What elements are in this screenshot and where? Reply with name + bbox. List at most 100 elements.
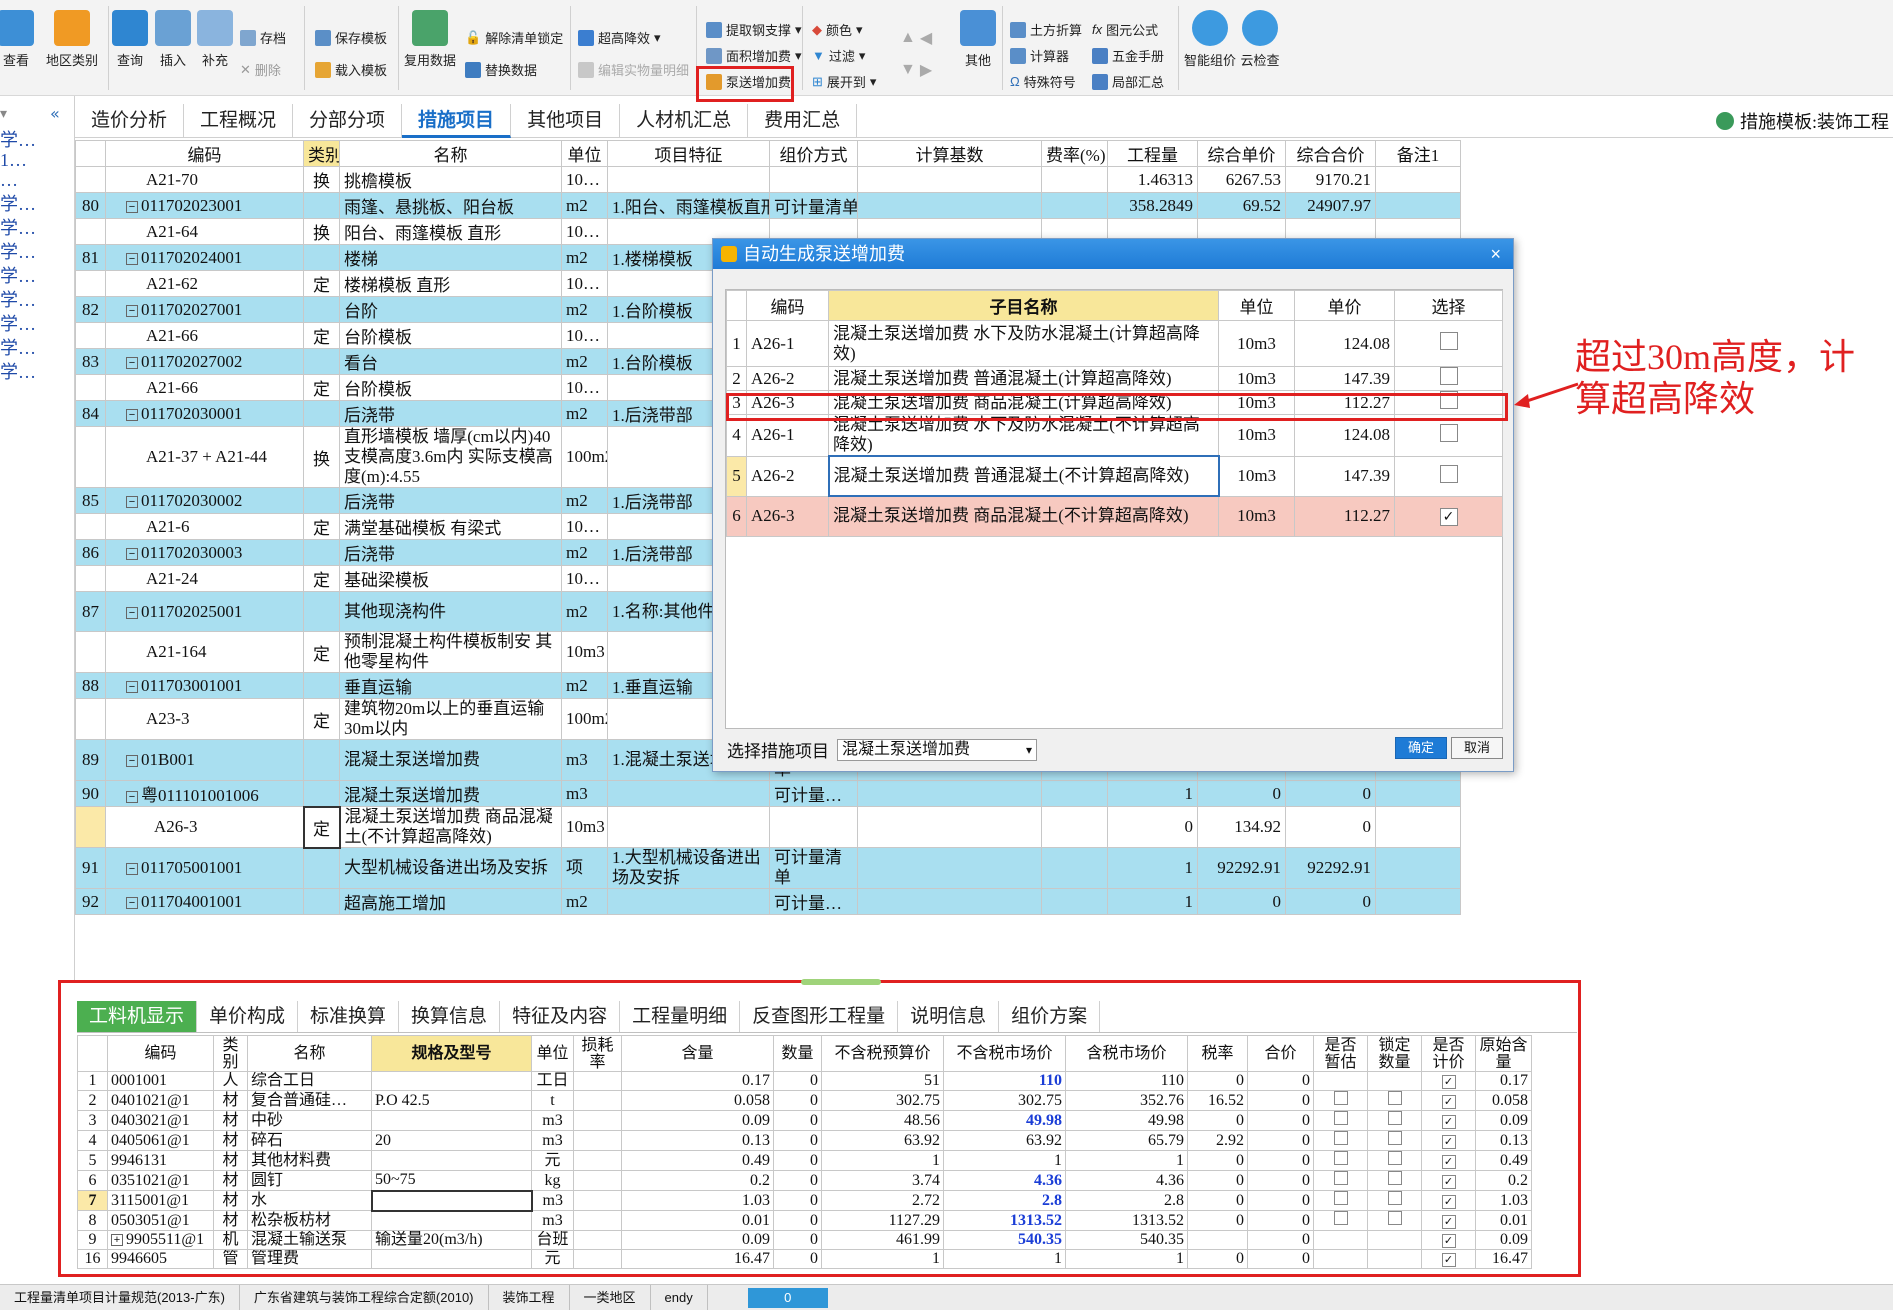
grid-row[interactable]: 92−011704001001 超高施工增加 m2 可计量… 1 0 0 (75, 888, 1461, 915)
grid-cell-type[interactable]: 定 (303, 698, 340, 740)
grid-cell-name[interactable]: 后浇带 (339, 487, 562, 514)
dialog-cell-price[interactable]: 147.39 (1294, 455, 1395, 497)
grid-cell-name[interactable]: 挑檐模板 (339, 166, 562, 193)
dialog-cell-name[interactable]: 混凝土泵送增加费 普通混凝土(计算超高降效) (828, 366, 1219, 391)
measure-template-indicator[interactable]: 措施模板:装饰工程 (1715, 108, 1889, 134)
grid-header-cell[interactable]: 费率(%) (1041, 140, 1108, 167)
grid-cell-rate[interactable] (1041, 780, 1108, 807)
grid-cell-name[interactable]: 建筑物20m以上的垂直运输 30m以内 (339, 698, 562, 740)
detail-tab-4[interactable]: 特征及内容 (500, 1001, 621, 1032)
resource-cell-type[interactable]: 人 (213, 1071, 248, 1091)
grid-cell-total[interactable]: 92292.91 (1285, 847, 1376, 889)
edit-quantity-detail-button[interactable]: 编辑实物量明细 (578, 60, 689, 79)
checkbox[interactable] (1387, 1131, 1402, 1145)
grid-cell-note[interactable] (1375, 888, 1461, 915)
arrow-up-icon[interactable]: ▲ (900, 29, 916, 47)
arrow-right-icon[interactable]: ▶ (920, 60, 932, 80)
grid-cell-code[interactable]: −011702023001 (105, 192, 304, 219)
resource-cell-code[interactable]: 3115001@1 (107, 1190, 214, 1211)
resource-header-cell[interactable]: 含量 (621, 1035, 774, 1072)
close-icon[interactable]: × (1490, 239, 1501, 269)
grid-header-cell[interactable]: 综合单价 (1197, 140, 1286, 167)
grid-cell-code[interactable]: A21-164 (105, 631, 304, 673)
grid-cell-name[interactable]: 超高施工增加 (339, 888, 562, 915)
resource-row[interactable]: 8 0503051@1 材松杂板枋材 m3 0.01 0 1127.29 1313.52 131… (77, 1210, 1532, 1231)
resource-cell-total[interactable]: 0 (1247, 1230, 1314, 1250)
resource-cell-spec[interactable]: 20 (371, 1130, 532, 1151)
grid-cell-rate[interactable] (1041, 847, 1108, 889)
checkbox[interactable] (1387, 1211, 1402, 1225)
grid-cell-code[interactable]: −011702027002 (105, 348, 304, 375)
grid-cell-code[interactable]: − 粤011101001006 (105, 780, 304, 807)
resource-check-price[interactable]: ✓ (1421, 1170, 1476, 1191)
grid-cell-qty[interactable]: 1 (1107, 780, 1198, 807)
grid-cell-type[interactable] (303, 487, 340, 514)
checkbox[interactable] (1333, 1111, 1348, 1125)
select-checkbox[interactable] (1439, 332, 1458, 350)
resource-cell-loss[interactable] (573, 1090, 622, 1111)
grid-cell-method[interactable] (769, 806, 858, 848)
resource-cell-qty[interactable]: 0 (773, 1230, 822, 1250)
resource-cell-spec[interactable] (371, 1210, 532, 1231)
resource-header-cell[interactable]: 不含税预算价 (821, 1035, 944, 1072)
resource-cell-name[interactable]: 中砂 (247, 1110, 372, 1131)
resource-header-cell[interactable]: 是否计价 (1421, 1035, 1476, 1072)
resource-cell-tax_market[interactable]: 2.8 (1065, 1190, 1188, 1211)
grid-cell-type[interactable]: 换 (303, 166, 340, 193)
checkbox[interactable] (1387, 1191, 1402, 1205)
collapse-panel-icon[interactable]: « (50, 104, 60, 123)
select-checkbox[interactable] (1439, 367, 1458, 385)
grid-cell-code[interactable]: −011702025001 (105, 591, 304, 632)
resource-cell-market[interactable]: 2.8 (943, 1190, 1066, 1211)
resource-cell-spec[interactable]: 50~75 (371, 1170, 532, 1191)
grid-cell-name[interactable]: 台阶 (339, 296, 562, 323)
resource-cell-content[interactable]: 0.09 (621, 1230, 774, 1250)
resource-cell-content[interactable]: 0.17 (621, 1071, 774, 1091)
resource-header-cell[interactable]: 原始含量 (1475, 1035, 1532, 1072)
grid-header-cell[interactable]: 综合合价 (1285, 140, 1376, 167)
resource-cell-unit[interactable]: 元 (531, 1249, 574, 1269)
calculator-button[interactable]: 计算器 (1010, 46, 1069, 65)
checkbox[interactable]: ✓ (1441, 1214, 1456, 1229)
grid-cell-code[interactable]: A21-64 (105, 218, 304, 245)
tree-collapse-icon[interactable]: − (126, 863, 138, 876)
dialog-cell-select[interactable] (1394, 455, 1503, 497)
detail-tab-7[interactable]: 说明信息 (898, 1001, 1000, 1032)
resource-check-price[interactable]: ✓ (1421, 1210, 1476, 1231)
resource-header-cell[interactable]: 规格及型号 (371, 1035, 532, 1072)
resource-header-cell[interactable]: 税率 (1187, 1035, 1248, 1072)
supplement-button[interactable]: 补充 (185, 6, 245, 69)
dialog-cell-unit[interactable]: 10m3 (1218, 495, 1295, 537)
tab-0[interactable]: 造价分析 (75, 104, 185, 138)
resource-cell-budget[interactable]: 48.56 (821, 1110, 944, 1131)
special-symbol-button[interactable]: Ω 特殊符号 (1010, 72, 1076, 91)
resource-cell-budget[interactable]: 1 (821, 1150, 944, 1171)
resource-cell-tax_market[interactable]: 65.79 (1065, 1130, 1188, 1151)
resource-check-lock[interactable] (1367, 1230, 1422, 1250)
grid-cell-code[interactable]: A21-24 (105, 565, 304, 592)
grid-cell-qty[interactable]: 1 (1107, 847, 1198, 889)
resource-cell-tax[interactable]: 0 (1187, 1249, 1248, 1269)
resource-cell-tax_market[interactable]: 110 (1065, 1071, 1188, 1091)
tab-1[interactable]: 工程概况 (184, 104, 294, 138)
resource-row[interactable]: 16 9946605 管管理费元 16.47 0 1 1 1 0 0 ✓ 16.47 (77, 1249, 1532, 1269)
grid-cell-method[interactable] (769, 166, 858, 193)
left-tree-item[interactable]: 学… (0, 126, 36, 152)
resource-cell-market[interactable]: 1313.52 (943, 1210, 1066, 1231)
grid-cell-code[interactable]: A21-6 (105, 513, 304, 540)
resource-cell-qty[interactable]: 0 (773, 1110, 822, 1131)
grid-cell-unit[interactable]: 10… (561, 270, 608, 297)
resource-cell-budget[interactable]: 51 (821, 1071, 944, 1091)
arrow-left-icon[interactable]: ◀ (920, 28, 932, 48)
resource-cell-total[interactable]: 0 (1247, 1110, 1314, 1131)
resource-check-est[interactable] (1313, 1170, 1368, 1191)
grid-cell-code[interactable]: A21-70 (105, 166, 304, 193)
resource-header-cell[interactable]: 名称 (247, 1035, 372, 1072)
tab-6[interactable]: 费用汇总 (748, 104, 858, 138)
grid-cell-type[interactable] (303, 672, 340, 699)
grid-cell-name[interactable]: 看台 (339, 348, 562, 375)
tree-collapse-icon[interactable]: − (126, 791, 138, 804)
dialog-header-cell[interactable]: 单价 (1294, 290, 1395, 321)
resource-cell-spec[interactable] (371, 1150, 532, 1171)
checkbox[interactable]: ✓ (1441, 1174, 1456, 1189)
